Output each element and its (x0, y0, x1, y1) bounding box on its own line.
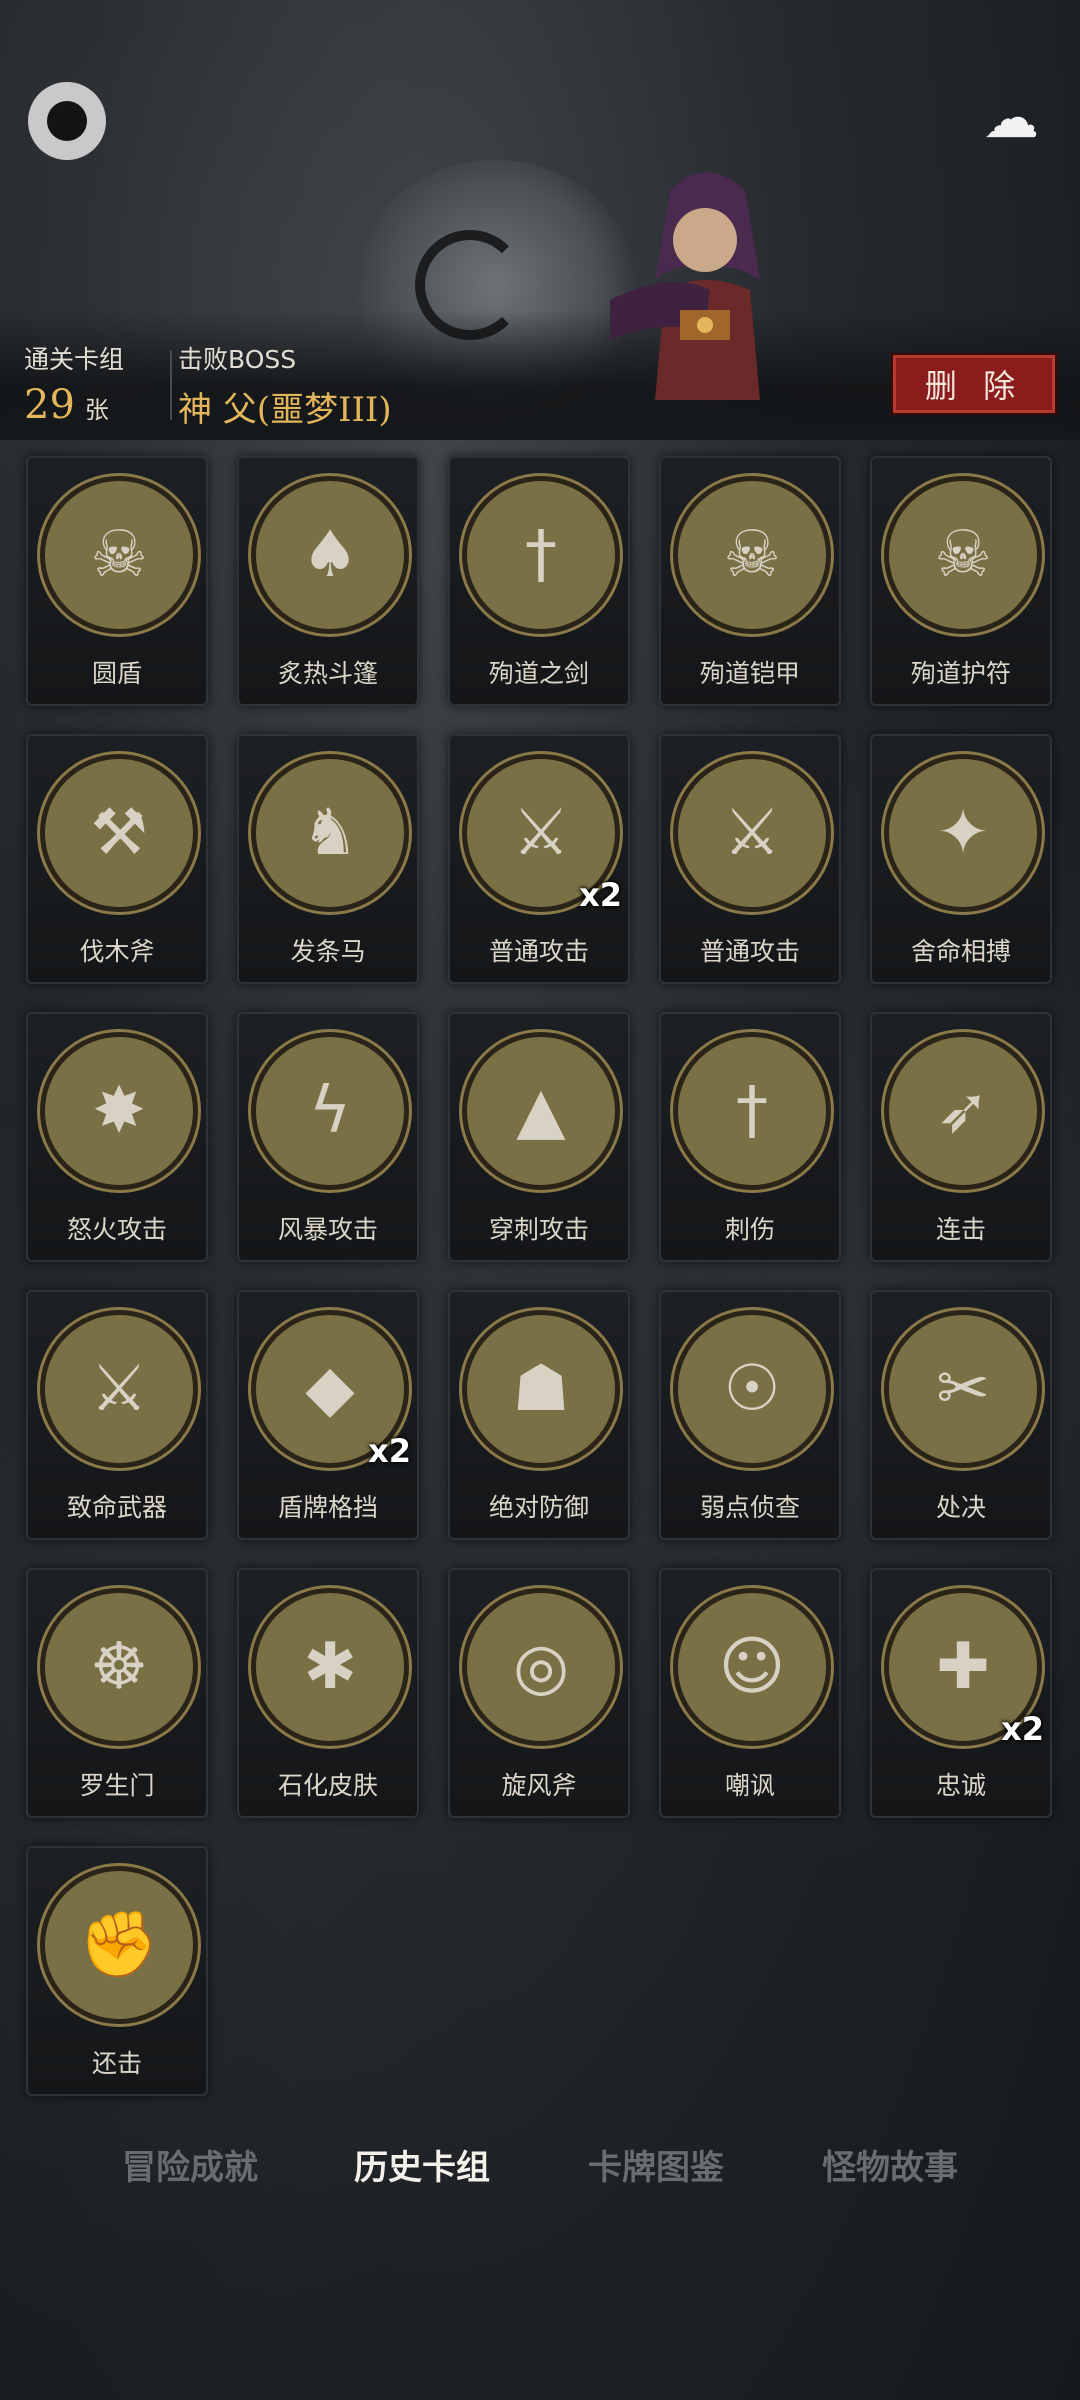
stat-divider (170, 350, 172, 420)
card-item[interactable]: ◆ 盾牌格挡 x2 (237, 1290, 419, 1540)
card-name: 风暴攻击 (277, 1215, 378, 1244)
delete-button[interactable]: 删 除 (893, 355, 1055, 413)
card-art: ☸ (40, 1588, 198, 1746)
card-art: ➶ (884, 1032, 1042, 1190)
card-art: ♞ (251, 754, 409, 912)
card-count-badge: x2 (368, 1432, 411, 1470)
card-name: 伐木斧 (79, 937, 155, 966)
card-art: ⚔ (40, 1310, 198, 1468)
card-item[interactable]: ☠ 殉道护符 (870, 456, 1052, 706)
card-item[interactable]: ✦ 舍命相搏 (870, 734, 1052, 984)
card-name: 弱点侦查 (699, 1493, 800, 1522)
card-art: ϟ (251, 1032, 409, 1190)
card-name: 殉道之剑 (488, 659, 589, 688)
card-name: 殉道铠甲 (699, 659, 800, 688)
card-art: ☉ (673, 1310, 831, 1468)
card-name: 忠诚 (935, 1771, 986, 1800)
card-name: 嘲讽 (724, 1771, 775, 1800)
card-name: 致命武器 (66, 1493, 167, 1522)
card-name: 殉道护符 (910, 659, 1011, 688)
card-item[interactable]: ✸ 怒火攻击 (26, 1012, 208, 1262)
card-art: ♠ (251, 476, 409, 634)
card-item[interactable]: ♠ 炙热斗篷 (237, 456, 419, 706)
defeated-boss-label: 击败BOSS (178, 345, 297, 374)
card-art: ☗ (462, 1310, 620, 1468)
card-art: ▲ (462, 1032, 620, 1190)
card-item[interactable]: ☸ 罗生门 (26, 1568, 208, 1818)
card-name: 穿刺攻击 (488, 1215, 589, 1244)
card-name: 处决 (935, 1493, 986, 1522)
card-name: 炙热斗篷 (277, 659, 378, 688)
card-item[interactable]: ☗ 绝对防御 (448, 1290, 630, 1540)
tab-1[interactable]: 历史卡组 (322, 2140, 522, 2189)
card-art: ✂ (884, 1310, 1042, 1468)
boss-name: 神 父(噩梦III) (178, 390, 392, 430)
card-name: 刺伤 (724, 1215, 775, 1244)
card-art: ✦ (884, 754, 1042, 912)
hero-character (610, 172, 760, 400)
card-name: 普通攻击 (699, 937, 800, 966)
card-name: 还击 (91, 2049, 142, 2078)
card-art: ☠ (673, 476, 831, 634)
card-art: ☠ (884, 476, 1042, 634)
card-item[interactable]: ☠ 殉道铠甲 (659, 456, 841, 706)
card-item[interactable]: ☺ 嘲讽 (659, 1568, 841, 1818)
card-count-badge: x2 (1001, 1710, 1044, 1748)
card-item[interactable]: ✊ 还击 (26, 1846, 208, 2096)
card-item[interactable]: ϟ 风暴攻击 (237, 1012, 419, 1262)
card-name: 舍命相搏 (910, 937, 1011, 966)
card-item[interactable]: ✱ 石化皮肤 (237, 1568, 419, 1818)
card-art: ✱ (251, 1588, 409, 1746)
card-item[interactable]: ♞ 发条马 (237, 734, 419, 984)
card-name: 旋风斧 (501, 1771, 577, 1800)
card-art: † (462, 476, 620, 634)
bottom-tabs: 冒险成就 历史卡组 卡牌图鉴 怪物故事 (0, 2140, 1080, 2200)
tab-0[interactable]: 冒险成就 (90, 2140, 290, 2189)
card-name: 怒火攻击 (66, 1215, 167, 1244)
card-item[interactable]: ⚔ 普通攻击 (659, 734, 841, 984)
card-item[interactable]: ⚔ 普通攻击 x2 (448, 734, 630, 984)
card-count-value: 29 (24, 382, 75, 428)
card-item[interactable]: ☠ 圆盾 (26, 456, 208, 706)
card-item[interactable]: ◎ 旋风斧 (448, 1568, 630, 1818)
card-name: 石化皮肤 (277, 1771, 378, 1800)
tab-2[interactable]: 卡牌图鉴 (556, 2140, 756, 2189)
card-name: 盾牌格挡 (277, 1493, 378, 1522)
card-name: 绝对防御 (488, 1493, 589, 1522)
card-art: † (673, 1032, 831, 1190)
circle-menu-icon (47, 101, 87, 141)
card-item[interactable]: ⚔ 致命武器 (26, 1290, 208, 1540)
card-count-badge: x2 (579, 876, 622, 914)
card-art: ☺ (673, 1588, 831, 1746)
header-scene: ☁ 通关卡组 29 张 击败BOSS 神 父(噩梦III) 删 除 (0, 0, 1080, 440)
card-count: 29 张 (24, 382, 124, 428)
card-item[interactable]: † 刺伤 (659, 1012, 841, 1262)
tab-3[interactable]: 怪物故事 (790, 2140, 990, 2189)
card-art: ◎ (462, 1588, 620, 1746)
card-name: 普通攻击 (488, 937, 589, 966)
card-item[interactable]: † 殉道之剑 (448, 456, 630, 706)
card-name: 圆盾 (91, 659, 142, 688)
card-item[interactable]: ▲ 穿刺攻击 (448, 1012, 630, 1262)
cleared-deck-label: 通关卡组 (24, 345, 125, 374)
defeated-boss-stat: 击败BOSS 神 父(噩梦III) (178, 340, 392, 431)
card-art: ✸ (40, 1032, 198, 1190)
card-art: ⚔ (673, 754, 831, 912)
card-art: ☠ (40, 476, 198, 634)
card-unit: 张 (84, 396, 109, 424)
menu-button[interactable] (28, 82, 106, 160)
card-art: ✊ (40, 1866, 198, 2024)
card-art: ⚒ (40, 754, 198, 912)
card-item[interactable]: ➶ 连击 (870, 1012, 1052, 1262)
card-name: 连击 (935, 1215, 986, 1244)
card-name: 罗生门 (79, 1771, 155, 1800)
card-name: 发条马 (290, 937, 366, 966)
cleared-deck-stat: 通关卡组 29 张 (24, 340, 124, 428)
card-item[interactable]: ☉ 弱点侦查 (659, 1290, 841, 1540)
card-item[interactable]: ⚒ 伐木斧 (26, 734, 208, 984)
card-item[interactable]: ✚ 忠诚 x2 (870, 1568, 1052, 1818)
card-item[interactable]: ✂ 处决 (870, 1290, 1052, 1540)
ghost-icon[interactable]: ☁ (975, 88, 1047, 150)
